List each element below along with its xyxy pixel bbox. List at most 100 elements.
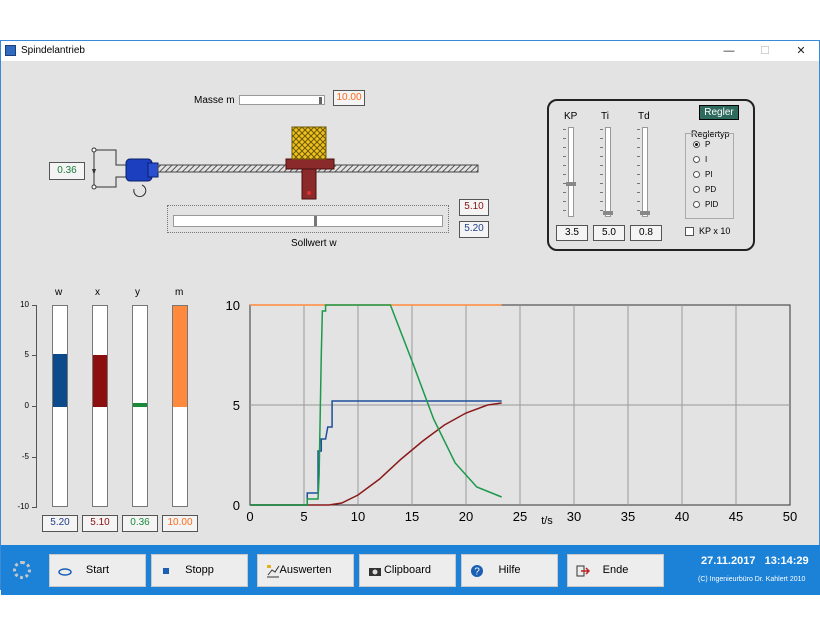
slider-tick — [637, 156, 640, 157]
reglertyp-radio-pid[interactable] — [693, 201, 700, 208]
regler-kp-slider[interactable] — [568, 127, 574, 217]
bar-x — [92, 305, 108, 507]
x-tick-label: 20 — [459, 509, 473, 524]
slider-tick — [600, 129, 603, 130]
slider-tick — [600, 201, 603, 202]
slider-tick — [600, 156, 603, 157]
slider-tick — [600, 147, 603, 148]
masse-slider[interactable] — [239, 95, 325, 105]
reglertyp-radio-p[interactable] — [693, 141, 700, 148]
motor-front — [147, 162, 159, 178]
bar-scale-label: 5 — [24, 350, 29, 359]
response-chart: 0 5 10 15 20 25 30 35 40 45 50 0 5 10 t/s — [226, 298, 797, 527]
motor-wire-top — [94, 149, 126, 166]
regler-td-slider[interactable] — [642, 127, 648, 217]
reglertyp-label-pid: PID — [705, 200, 719, 209]
x-tick-label: 25 — [513, 509, 527, 524]
regler-button[interactable]: Regler — [699, 105, 739, 120]
slider-tick — [600, 165, 603, 166]
slider-tick — [637, 183, 640, 184]
regler-ti-slider[interactable] — [605, 127, 611, 217]
reglertyp-label-i: I — [705, 155, 708, 164]
masse-value: 10.00 — [333, 90, 365, 106]
clipboard-label: Clipboard — [383, 564, 432, 576]
y-tick-label: 5 — [233, 398, 240, 413]
rotation-icon — [133, 184, 147, 198]
bar-scale-label: -10 — [17, 502, 29, 511]
slider-tick — [563, 174, 566, 175]
regler-td-thumb[interactable] — [640, 211, 650, 215]
bar-m-label: m — [175, 287, 184, 298]
bar-w-fill — [53, 354, 67, 407]
regler-kp-thumb[interactable] — [566, 181, 576, 186]
bar-scale-label: 0 — [24, 401, 29, 410]
reglertyp-radio-pi[interactable] — [693, 171, 700, 178]
ende-label: Ende — [602, 564, 629, 576]
app-icon — [5, 45, 16, 56]
regler-kp-value: 3.5 — [556, 225, 588, 241]
slider-tick — [563, 129, 566, 130]
x-tick-label: 30 — [567, 509, 581, 524]
regler-kp-label: KP — [564, 111, 578, 122]
start-label: Start — [85, 564, 110, 576]
auswerten-button[interactable]: Auswerten — [257, 554, 354, 587]
regler-td-label: Td — [638, 111, 650, 122]
x-tick-label: 45 — [729, 509, 743, 524]
x-tick-label: 5 — [300, 509, 307, 524]
reglertyp-radio-i[interactable] — [693, 156, 700, 163]
slider-tick — [637, 129, 640, 130]
sollwert-label: Sollwert w — [291, 238, 337, 249]
stopp-button[interactable]: Stopp — [151, 554, 248, 587]
bar-x-fill — [93, 355, 107, 407]
motor-voltage-value: 0.36 — [49, 162, 85, 180]
reglertyp-radio-pd[interactable] — [693, 186, 700, 193]
regler-ti-thumb[interactable] — [603, 211, 613, 215]
reglertyp-label-pi: PI — [705, 170, 713, 179]
slider-tick — [600, 138, 603, 139]
maximize-button[interactable]: ☐ — [747, 41, 783, 61]
x-tick-label: 40 — [675, 509, 689, 524]
app-window: Spindelantrieb — ☐ ✕ Masse m 10.00 0.36 … — [0, 40, 820, 595]
bar-x-label: x — [95, 287, 100, 298]
bar-w-value: 5.20 — [42, 515, 78, 532]
spindle-drive-drawing — [91, 126, 479, 200]
bar-w — [52, 305, 68, 507]
kp-x10-label: KP x 10 — [699, 226, 731, 236]
terminal-top — [91, 147, 97, 153]
w-setpoint-value: 5.20 — [459, 221, 489, 238]
sollwert-slider[interactable] — [173, 215, 443, 227]
x-axis-label: t/s — [541, 515, 553, 527]
sollwert-slider-thumb[interactable] — [314, 216, 317, 226]
hilfe-button[interactable]: ? Hilfe — [461, 554, 558, 587]
bar-m — [172, 305, 188, 507]
slider-tick — [600, 174, 603, 175]
bar-y-label: y — [135, 287, 140, 298]
hilfe-label: Hilfe — [498, 564, 521, 576]
bar-y-value: 0.36 — [122, 515, 158, 532]
motor-wire-bottom — [94, 176, 126, 188]
slider-tick — [563, 165, 566, 166]
clipboard-button[interactable]: Clipboard — [359, 554, 456, 587]
regler-ti-label: Ti — [601, 111, 609, 122]
regler-ti-value: 5.0 — [593, 225, 625, 241]
x-tick-label: 15 — [405, 509, 419, 524]
bar-scale-axis — [36, 305, 37, 507]
bar-m-fill — [173, 306, 187, 407]
slider-tick — [563, 147, 566, 148]
start-button[interactable]: Start — [49, 554, 146, 587]
copyright-text: (C) Ingenieurbüro Dr. Kahlert 2010 — [698, 576, 806, 583]
masse-slider-thumb[interactable] — [319, 97, 322, 104]
ende-button[interactable]: Ende — [567, 554, 664, 587]
slider-tick — [563, 192, 566, 193]
x-tick-label: 50 — [783, 509, 797, 524]
minimize-button[interactable]: — — [711, 41, 747, 61]
slider-tick — [637, 147, 640, 148]
close-button[interactable]: ✕ — [783, 41, 819, 61]
x-position-value: 5.10 — [459, 199, 489, 216]
bar-m-value: 10.00 — [162, 515, 198, 532]
kp-x10-checkbox[interactable] — [685, 227, 694, 236]
slider-tick — [600, 183, 603, 184]
title-bar: Spindelantrieb — ☐ ✕ — [1, 41, 819, 61]
masse-label: Masse m — [194, 95, 235, 106]
y-tick-label: 0 — [233, 498, 240, 513]
